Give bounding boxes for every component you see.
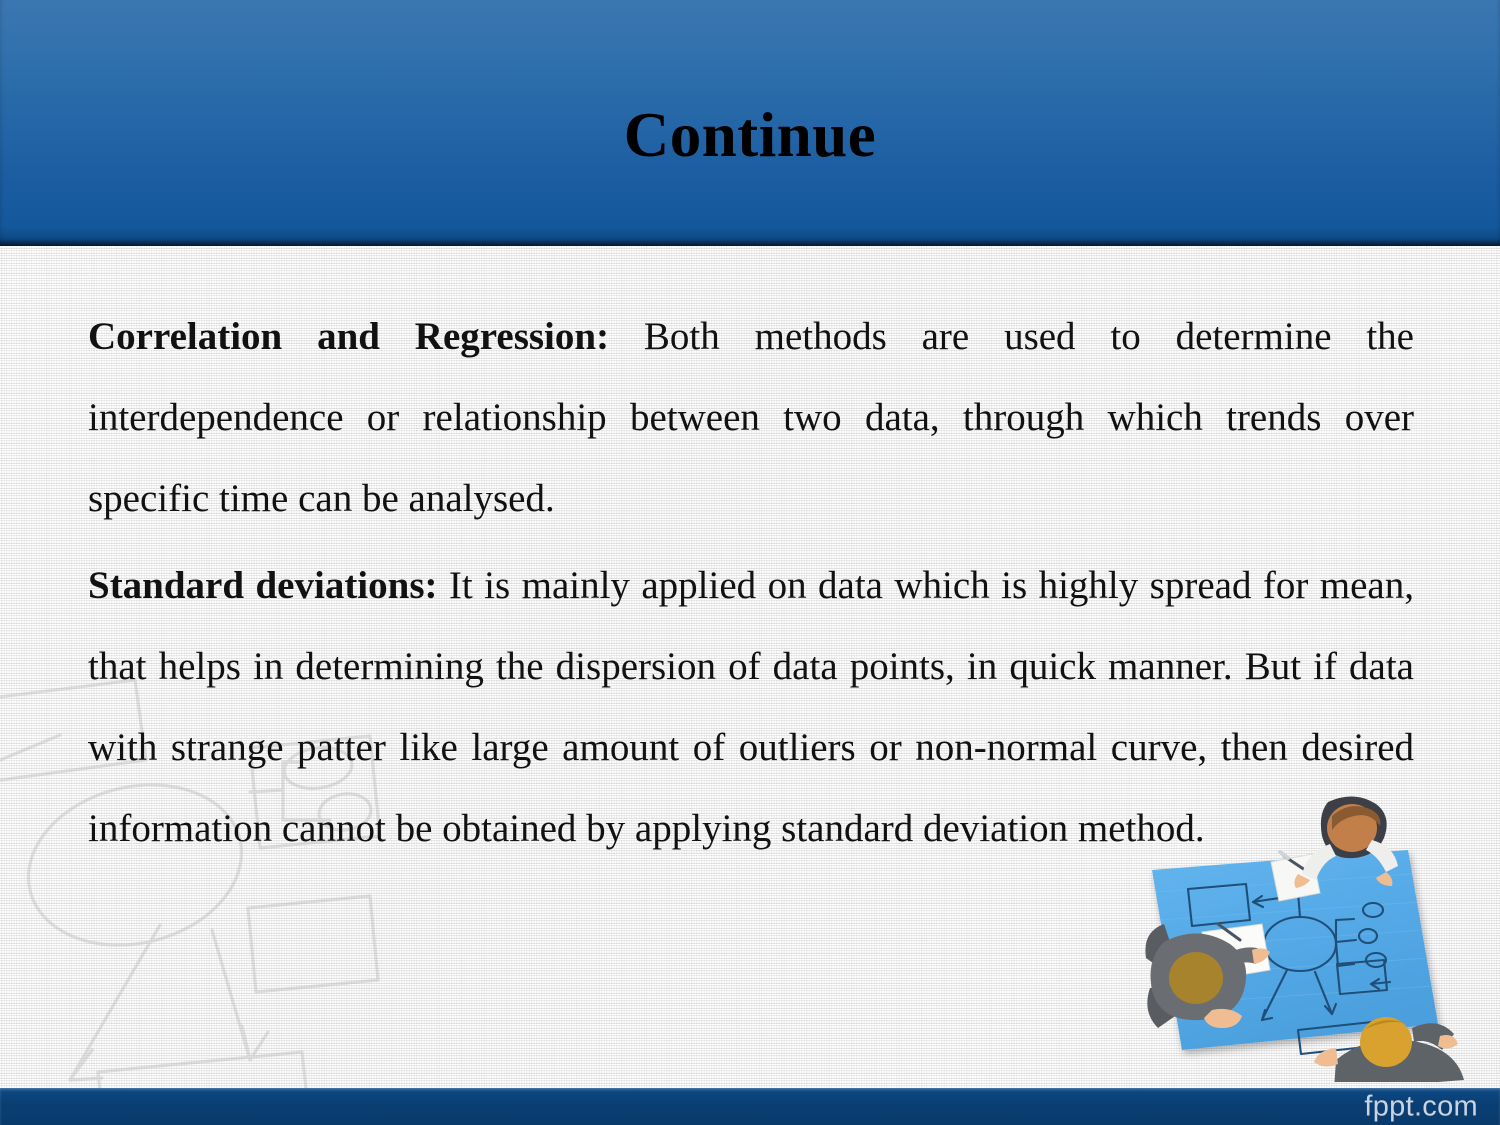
paragraph-lead-label: Standard deviations: <box>88 564 438 607</box>
presentation-slide: Continue Correlation and Regression: Bot… <box>0 0 1500 1125</box>
slide-header-bar: Continue <box>0 0 1500 246</box>
slide-footer-bar: fppt.com <box>0 1088 1500 1125</box>
brand-watermark: fppt.com <box>1364 1090 1478 1122</box>
page-title: Continue <box>623 100 877 170</box>
paragraph-correlation-and-regression: Correlation and Regression: Both methods… <box>88 296 1414 539</box>
paragraph-standard-deviations: Standard deviations: It is mainly applie… <box>88 545 1414 869</box>
paragraph-lead-label: Correlation and Regression: <box>88 315 610 358</box>
slide-body-content: Correlation and Regression: Both methods… <box>88 296 1414 869</box>
